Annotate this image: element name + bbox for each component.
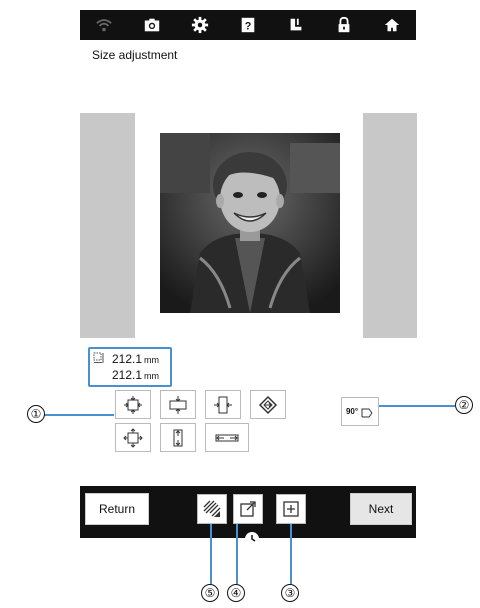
callout-2-line [379,405,455,407]
rotate-arrow-icon [361,408,373,417]
density-diamond-icon [258,395,278,414]
top-toolbar: ? [80,10,416,40]
presser-foot-icon[interactable] [281,10,311,40]
page-title: Size adjustment [92,48,178,62]
rotate-90-button[interactable]: 90° [341,397,379,426]
density-setting-button[interactable] [197,494,227,524]
enlarge-height-icon [173,429,183,446]
resize-arrow-icon [240,501,256,517]
size-readout: 212.1 mm 212.1 mm [88,347,172,387]
next-button[interactable]: Next [350,493,412,525]
callout-4: ④ [227,584,245,602]
reduce-width-button[interactable] [205,390,241,419]
enlarge-width-button[interactable] [205,423,249,452]
camera-icon[interactable] [137,10,167,40]
enlarge-height-button[interactable] [160,423,196,452]
home-icon[interactable] [377,10,407,40]
reduce-width-icon [214,396,232,413]
thread-density-button[interactable] [250,390,286,419]
help-icon[interactable]: ? [233,10,263,40]
callout-3: ③ [281,584,299,602]
width-value: 212.1 [112,352,143,366]
callout-4-line [236,524,238,584]
frame-plus-icon [283,501,299,517]
enlarge-width-icon [215,434,239,441]
preview-area [80,113,417,338]
clock-icon [245,532,259,546]
size-icon [93,352,104,363]
lock-icon[interactable] [329,10,359,40]
frame-button[interactable] [276,494,306,524]
wifi-icon[interactable] [89,10,119,40]
reduce-height-button[interactable] [160,390,196,419]
height-unit: mm [144,371,160,381]
height-value: 212.1 [112,368,143,382]
svg-text:?: ? [245,21,252,33]
callout-3-line [290,524,292,584]
callout-1: ① [27,405,45,423]
height-readout: 212.1 mm [112,368,159,382]
callout-5-line [210,524,212,584]
callout-1-line [44,414,114,416]
enlarge-proportional-button[interactable] [115,423,151,452]
bottom-bar: Return Next [80,486,416,546]
photo-preview [160,133,340,313]
width-unit: mm [144,355,160,365]
rotate-90-label: 90° [345,407,359,416]
return-button[interactable]: Return [85,493,149,525]
reduce-height-icon [169,395,187,414]
resize-button[interactable] [233,494,263,524]
width-readout: 212.1 mm [112,352,159,366]
embroidery-frame [135,113,363,338]
hatch-density-icon [203,500,221,517]
reduce-proportional-button[interactable] [115,390,151,419]
enlarge-all-icon [123,427,143,448]
callout-2: ② [455,396,473,414]
gear-icon[interactable] [185,10,215,40]
reduce-all-icon [124,395,142,414]
callout-5: ⑤ [201,584,219,602]
